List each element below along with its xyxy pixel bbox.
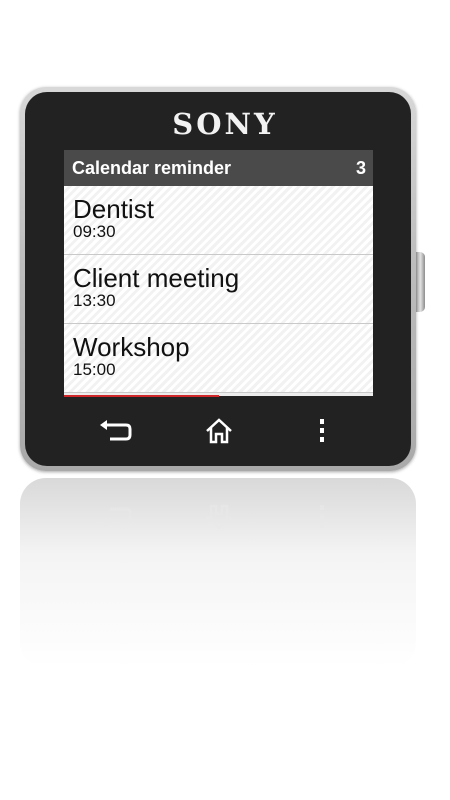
list-item[interactable]: Workshop 15:00 xyxy=(64,324,373,393)
back-icon-reflection xyxy=(86,496,146,538)
menu-icon-reflection xyxy=(292,496,352,538)
brand-logo: SONY xyxy=(172,107,278,141)
reminder-title: Dentist xyxy=(73,194,154,224)
reflection-icons xyxy=(64,496,373,538)
reminder-count-badge: 3 xyxy=(355,157,366,178)
list-item[interactable]: Dentist 09:30 xyxy=(64,186,373,255)
home-icon-reflection xyxy=(189,496,249,538)
menu-button[interactable] xyxy=(292,410,352,452)
scroll-indicator xyxy=(64,395,219,397)
app-title: Calendar reminder xyxy=(72,157,232,178)
back-button[interactable] xyxy=(86,410,146,452)
home-icon xyxy=(205,418,232,444)
watch-screen: Calendar reminder 3 Dentist 09:30 Client… xyxy=(64,150,373,396)
home-button[interactable] xyxy=(189,410,249,452)
menu-icon xyxy=(319,419,324,442)
reminder-time: 13:30 xyxy=(73,291,116,310)
reminder-list: Dentist 09:30 Client meeting 13:30 Works… xyxy=(64,186,373,393)
reminder-title: Workshop xyxy=(73,332,190,362)
watch-crown xyxy=(415,252,425,312)
list-item[interactable]: Client meeting 13:30 xyxy=(64,255,373,324)
reminder-time: 09:30 xyxy=(73,222,116,241)
title-bar: Calendar reminder 3 xyxy=(64,150,373,186)
reminder-time: 15:00 xyxy=(73,360,116,379)
nav-bar xyxy=(64,410,373,452)
back-icon xyxy=(99,420,131,441)
reminder-title: Client meeting xyxy=(73,263,240,293)
